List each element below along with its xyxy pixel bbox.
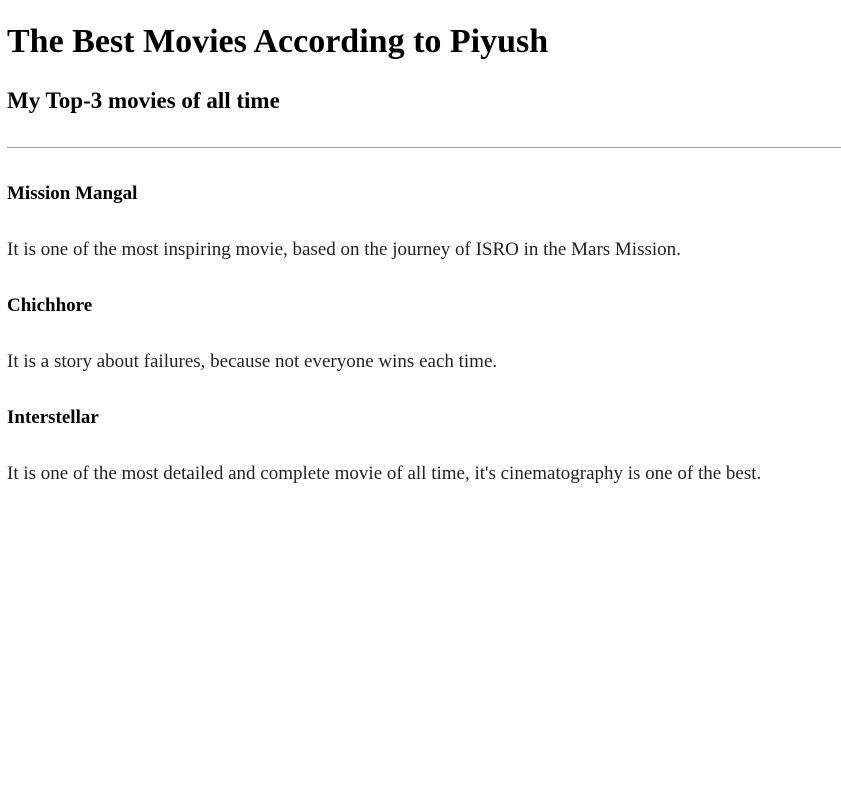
movie-description: It is a story about failures, because no… [7, 351, 498, 372]
divider [7, 147, 841, 148]
movie-list: Mission Mangal It is one of the most ins… [7, 183, 841, 485]
movie-item: Chichhore It is a story about failures, … [7, 295, 841, 373]
movie-title: Chichhore [7, 295, 93, 316]
page-title: The Best Movies According to Piyush [7, 23, 549, 60]
movie-title: Mission Mangal [7, 183, 138, 204]
movie-description: It is one of the most inspiring movie, b… [7, 239, 681, 260]
movie-title: Interstellar [7, 407, 99, 428]
movie-item: Interstellar It is one of the most detai… [7, 407, 841, 485]
movie-description: It is one of the most detailed and compl… [7, 463, 762, 484]
page-content: The Best Movies According to Piyush My T… [0, 22, 841, 485]
movie-item: Mission Mangal It is one of the most ins… [7, 183, 841, 261]
page-subtitle: My Top-3 movies of all time [7, 88, 280, 113]
